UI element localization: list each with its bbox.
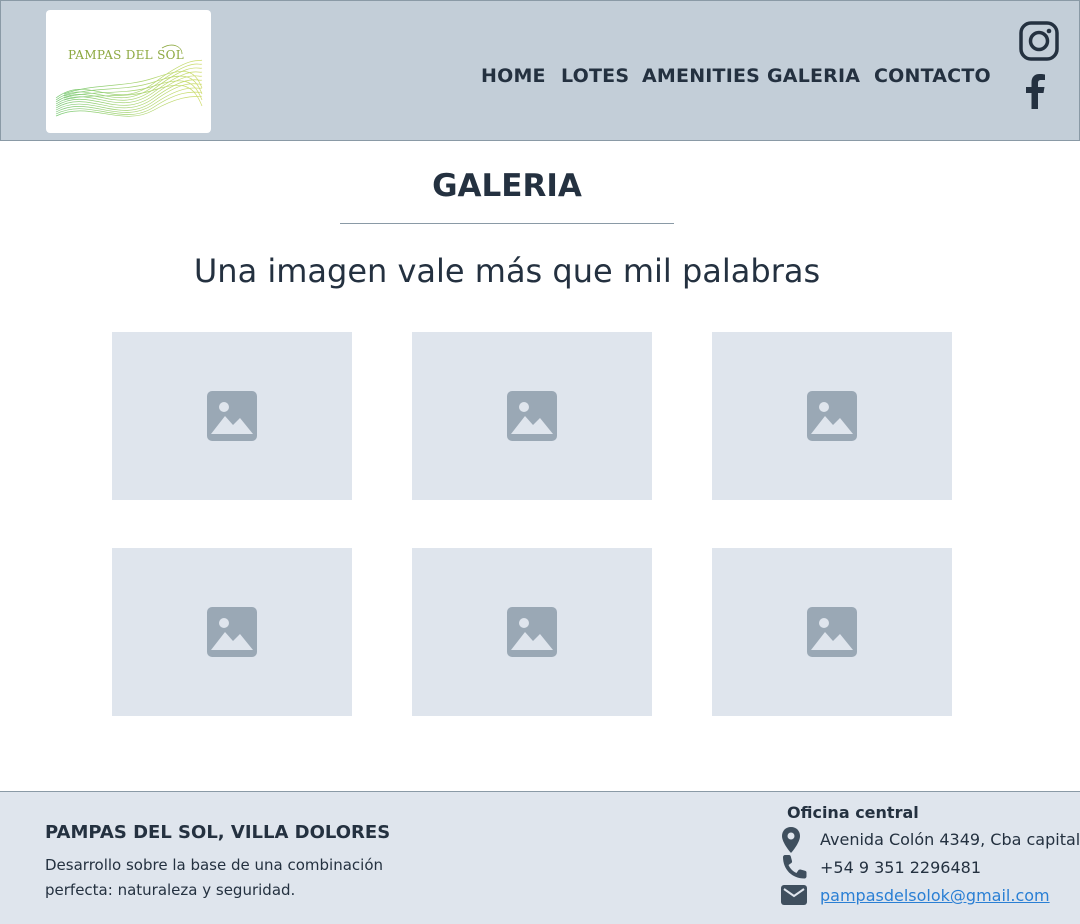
image-placeholder-icon (207, 391, 257, 441)
logo-wave-graphic (55, 44, 203, 117)
facebook-icon[interactable] (1021, 73, 1051, 109)
nav-home[interactable]: HOME (481, 65, 546, 87)
nav-lotes[interactable]: LOTES (561, 65, 629, 87)
image-placeholder-icon (507, 391, 557, 441)
nav-galeria[interactable]: GALERIA (767, 65, 860, 87)
nav-contacto[interactable]: CONTACTO (874, 65, 991, 87)
gallery-tile[interactable] (112, 332, 352, 500)
image-placeholder-icon (207, 607, 257, 657)
gallery-tile[interactable] (112, 548, 352, 716)
map-pin-icon (782, 827, 800, 853)
gallery-tile[interactable] (712, 548, 952, 716)
page-title: GALERIA (432, 168, 582, 204)
nav-amenities[interactable]: AMENITIES (642, 65, 760, 87)
site-logo[interactable]: PAMPAS DEL SOL (46, 10, 211, 133)
site-footer: PAMPAS DEL SOL, VILLA DOLORES Desarrollo… (0, 791, 1080, 924)
image-placeholder-icon (807, 607, 857, 657)
envelope-icon (781, 885, 807, 905)
page-subtitle: Una imagen vale más que mil palabras (193, 252, 821, 290)
title-divider (340, 223, 674, 224)
image-placeholder-icon (507, 607, 557, 657)
phone-text: +54 9 351 2296481 (820, 858, 981, 877)
phone-icon (783, 855, 807, 879)
footer-description: Desarrollo sobre la base de una combinac… (45, 856, 383, 899)
gallery-tile[interactable] (412, 332, 652, 500)
site-header: PAMPAS DEL SOL HOME LOTES AMENITIES GALE… (0, 0, 1080, 141)
image-placeholder-icon (807, 391, 857, 441)
address-text: Avenida Colón 4349, Cba capital (820, 830, 1080, 849)
footer-title: PAMPAS DEL SOL, VILLA DOLORES (45, 822, 391, 843)
email-link[interactable]: pampasdelsolok@gmail.com (820, 886, 1050, 905)
office-title: Oficina central (787, 803, 919, 822)
gallery-tile[interactable] (712, 332, 952, 500)
instagram-icon[interactable] (1019, 21, 1059, 61)
gallery-tile[interactable] (412, 548, 652, 716)
